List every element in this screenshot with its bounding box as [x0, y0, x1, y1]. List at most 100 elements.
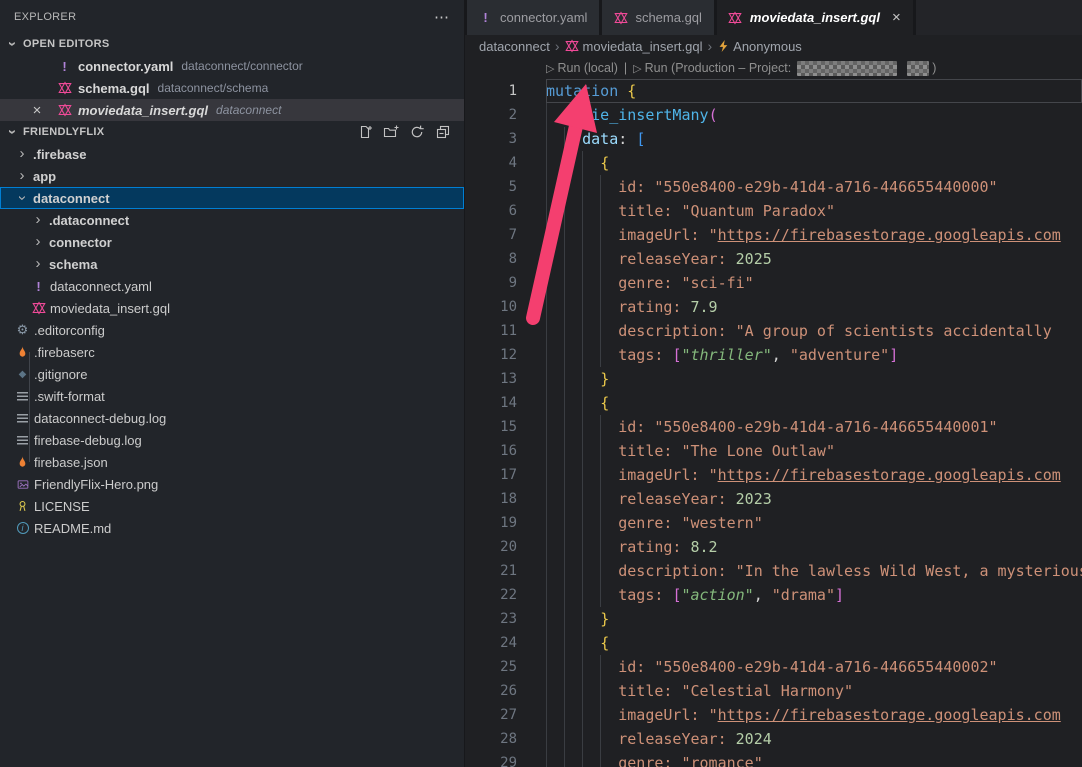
indent-guide [582, 151, 583, 767]
line-number: 8 [465, 251, 517, 267]
tab-schema.gql[interactable]: schema.gql [602, 0, 716, 35]
code-editor[interactable]: ▷ Run (local) | ▷ Run (Production – Proj… [465, 57, 1082, 767]
code-line-8[interactable]: 8 releaseYear: 2025 [465, 247, 1082, 271]
line-number: 9 [465, 275, 517, 291]
tree-item-.gitignore[interactable]: ◆.gitignore [0, 363, 464, 385]
tree-item-firebase-debug.log[interactable]: firebase-debug.log [0, 429, 464, 451]
tab-connector.yaml[interactable]: ! connector.yaml [465, 0, 602, 35]
code-line-22[interactable]: 22 tags: ["action", "drama"] [465, 583, 1082, 607]
code-line-10[interactable]: 10 rating: 7.9 [465, 295, 1082, 319]
code-line-23[interactable]: 23 } [465, 607, 1082, 631]
breadcrumb-separator: › [707, 38, 712, 54]
tree-item-LICENSE[interactable]: LICENSE [0, 495, 464, 517]
line-number: 26 [465, 683, 517, 699]
code-line-16[interactable]: 16 title: "The Lone Outlaw" [465, 439, 1082, 463]
redacted-project-id [907, 61, 929, 76]
tree-item-dataconnect[interactable]: ›dataconnect [0, 187, 464, 209]
code-line-20[interactable]: 20 rating: 8.2 [465, 535, 1082, 559]
tree-item-firebase.json[interactable]: firebase.json [0, 451, 464, 473]
tree-item-dataconnect.yaml[interactable]: !dataconnect.yaml [0, 275, 464, 297]
tree-item-.firebase[interactable]: ›.firebase [0, 143, 464, 165]
collapse-all-button[interactable] [434, 123, 452, 141]
code-line-12[interactable]: 12 tags: ["thriller", "adventure"] [465, 343, 1082, 367]
code-line-25[interactable]: 25 id: "550e8400-e29b-41d4-a716-44665544… [465, 655, 1082, 679]
tree-item-connector[interactable]: ›connector [0, 231, 464, 253]
run-production-link[interactable]: ▷ Run (Production – Project: ) [633, 61, 936, 76]
line-text: genre: "western" [546, 511, 1082, 535]
code-line-24[interactable]: 24 { [465, 631, 1082, 655]
graphql-icon [56, 103, 73, 117]
code-line-29[interactable]: 29 genre: "romance" [465, 751, 1082, 767]
code-line-11[interactable]: 11 description: "A group of scientists a… [465, 319, 1082, 343]
new-folder-button[interactable] [382, 123, 400, 141]
yaml-icon: ! [477, 10, 494, 25]
project-section-header[interactable]: › FRIENDLYFLIX [0, 121, 464, 143]
tree-item-.editorconfig[interactable]: ⚙.editorconfig [0, 319, 464, 341]
code-line-26[interactable]: 26 title: "Celestial Harmony" [465, 679, 1082, 703]
breadcrumb-separator: › [555, 38, 560, 54]
code-line-3[interactable]: 3 data: [ [465, 127, 1082, 151]
code-line-15[interactable]: 15 id: "550e8400-e29b-41d4-a716-44665544… [465, 415, 1082, 439]
open-editor-connector.yaml[interactable]: !connector.yamldataconnect/connector [0, 55, 464, 77]
code-line-21[interactable]: 21 description: "In the lawless Wild Wes… [465, 559, 1082, 583]
code-line-9[interactable]: 9 genre: "sci-fi" [465, 271, 1082, 295]
tree-item-label: schema [49, 257, 97, 272]
code-line-1[interactable]: 1mutation { [465, 79, 1082, 103]
code-line-6[interactable]: 6 title: "Quantum Paradox" [465, 199, 1082, 223]
code-lines: 1mutation {2 movie_insertMany(3 data: [4… [465, 79, 1082, 767]
license-icon [14, 499, 31, 513]
open-editor-moviedata_insert.gql[interactable]: ×moviedata_insert.gqldataconnect [0, 99, 464, 121]
code-line-28[interactable]: 28 releaseYear: 2024 [465, 727, 1082, 751]
more-actions-icon[interactable]: ⋯ [434, 8, 450, 26]
file-name: schema.gql [78, 81, 150, 96]
tree-item-schema[interactable]: ›schema [0, 253, 464, 275]
code-line-14[interactable]: 14 { [465, 391, 1082, 415]
tree-item-.firebaserc[interactable]: .firebaserc [0, 341, 464, 363]
graphql-icon [56, 81, 73, 95]
code-line-27[interactable]: 27 imageUrl: "https://firebasestorage.go… [465, 703, 1082, 727]
run-local-link[interactable]: ▷ Run (local) [546, 61, 618, 75]
tree-item-label: moviedata_insert.gql [50, 301, 170, 316]
tree-item-app[interactable]: ›app [0, 165, 464, 187]
chevron-right-icon: › [30, 257, 46, 271]
close-icon[interactable]: × [28, 99, 46, 121]
breadcrumb-segment-symbol[interactable]: Anonymous [717, 39, 802, 54]
code-line-5[interactable]: 5 id: "550e8400-e29b-41d4-a716-446655440… [465, 175, 1082, 199]
chevron-down-icon: › [5, 36, 19, 52]
line-number: 19 [465, 515, 517, 531]
tree-item-.swift-format[interactable]: .swift-format [0, 385, 464, 407]
code-line-7[interactable]: 7 imageUrl: "https://firebasestorage.goo… [465, 223, 1082, 247]
line-text: title: "The Lone Outlaw" [546, 439, 1082, 463]
tab-bar: ! connector.yaml schema.gqlmoviedata_inser… [465, 0, 1082, 35]
new-file-button[interactable] [356, 123, 374, 141]
code-line-13[interactable]: 13 } [465, 367, 1082, 391]
breadcrumb-segment-file[interactable]: moviedata_insert.gql [565, 39, 703, 54]
tree-item-moviedata_insert.gql[interactable]: moviedata_insert.gql [0, 297, 464, 319]
tree-item-README.md[interactable]: iREADME.md [0, 517, 464, 539]
tree-item-label: connector [49, 235, 112, 250]
line-text: id: "550e8400-e29b-41d4-a716-44665544000… [546, 175, 1082, 199]
code-line-17[interactable]: 17 imageUrl: "https://firebasestorage.go… [465, 463, 1082, 487]
run-icon: ▷ [633, 62, 641, 75]
tree-item-dataconnect-debug.log[interactable]: dataconnect-debug.log [0, 407, 464, 429]
run-icon: ▷ [546, 62, 554, 75]
breadcrumb-segment-folder[interactable]: dataconnect [479, 39, 550, 54]
tree-item-.dataconnect[interactable]: ›.dataconnect [0, 209, 464, 231]
line-text: title: "Quantum Paradox" [546, 199, 1082, 223]
line-text: mutation { [546, 79, 1082, 103]
open-editor-schema.gql[interactable]: schema.gqldataconnect/schema [0, 77, 464, 99]
refresh-button[interactable] [408, 123, 426, 141]
tree-item-FriendlyFlix-Hero.png[interactable]: FriendlyFlix-Hero.png [0, 473, 464, 495]
line-text: imageUrl: "https://firebasestorage.googl… [546, 463, 1082, 487]
code-line-4[interactable]: 4 { [465, 151, 1082, 175]
line-text: rating: 7.9 [546, 295, 1082, 319]
tab-label: connector.yaml [500, 10, 587, 25]
tab-moviedata_insert.gql[interactable]: moviedata_insert.gql× [717, 0, 916, 35]
open-editors-header[interactable]: › OPEN EDITORS [0, 33, 464, 55]
code-line-2[interactable]: 2 movie_insertMany( [465, 103, 1082, 127]
code-line-19[interactable]: 19 genre: "western" [465, 511, 1082, 535]
code-line-18[interactable]: 18 releaseYear: 2023 [465, 487, 1082, 511]
yaml-icon: ! [56, 59, 73, 74]
line-number: 21 [465, 563, 517, 579]
close-icon[interactable]: × [892, 9, 901, 26]
